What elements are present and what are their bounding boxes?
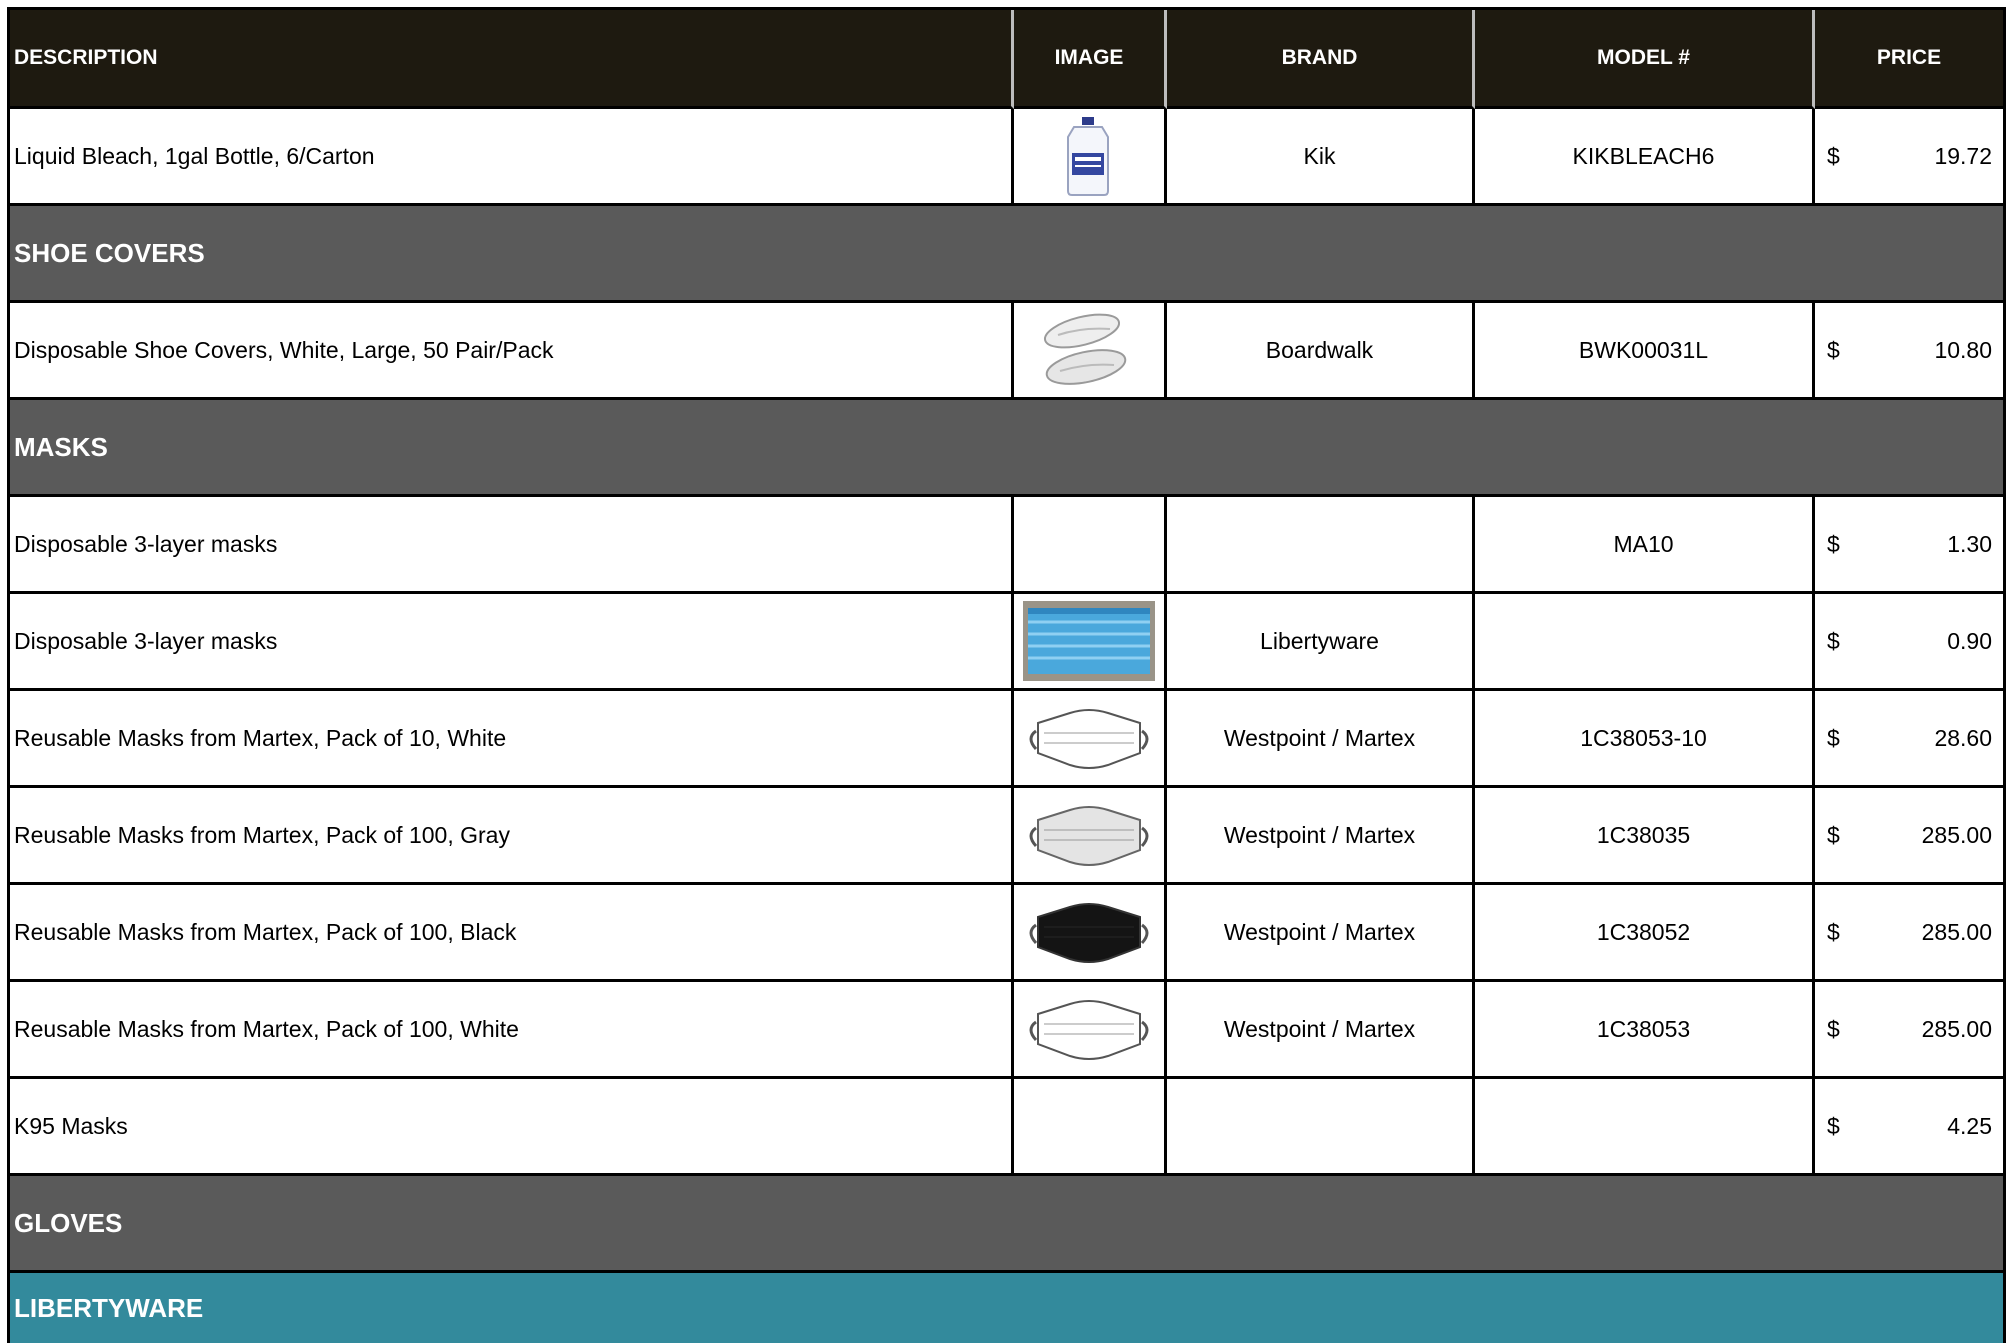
image-cell (1014, 594, 1167, 691)
section-row: GLOVES (7, 1176, 2006, 1273)
section-label: MASKS (14, 431, 108, 462)
description-cell: Disposable 3-layer masks (7, 594, 1014, 691)
description-cell: K95 Masks (7, 1079, 1014, 1176)
currency-symbol: $ (1827, 142, 1840, 169)
blue-mask-box-icon (1022, 600, 1156, 682)
description-cell: Disposable Shoe Covers, White, Large, 50… (7, 303, 1014, 400)
price-cell: $ 285.00 (1815, 885, 2006, 982)
white-mask-icon (1022, 697, 1156, 779)
header-price: PRICE (1815, 10, 2006, 109)
gray-mask-icon (1022, 794, 1156, 876)
image-cell (1014, 788, 1167, 885)
description-cell: Reusable Masks from Martex, Pack of 100,… (7, 885, 1014, 982)
price-cell: $ 0.90 (1815, 594, 2006, 691)
image-cell (1014, 497, 1167, 594)
table-row: Disposable Shoe Covers, White, Large, 50… (7, 303, 2006, 400)
model-cell: KIKBLEACH6 (1475, 109, 1815, 206)
description-cell: Reusable Masks from Martex, Pack of 10, … (7, 691, 1014, 788)
table-row: Reusable Masks from Martex, Pack of 10, … (7, 691, 2006, 788)
price-cell: $ 19.72 (1815, 109, 2006, 206)
header-image: IMAGE (1014, 10, 1167, 109)
image-cell (1014, 1079, 1167, 1176)
currency-symbol: $ (1827, 627, 1840, 654)
section-row: MASKS (7, 400, 2006, 497)
image-cell (1014, 691, 1167, 788)
model-cell (1475, 594, 1815, 691)
model-cell: 1C38053 (1475, 982, 1815, 1079)
currency-symbol: $ (1827, 821, 1840, 848)
price-value: 285.00 (1921, 821, 1992, 848)
image-cell (1014, 982, 1167, 1079)
brand-cell: Westpoint / Martex (1167, 788, 1475, 885)
brand-cell (1167, 1079, 1475, 1176)
price-value: 1.30 (1947, 530, 1992, 557)
price-value: 0.90 (1947, 627, 1992, 654)
section-label: SHOE COVERS (14, 237, 205, 268)
brand-cell: Libertyware (1167, 594, 1475, 691)
description-cell: Liquid Bleach, 1gal Bottle, 6/Carton (7, 109, 1014, 206)
table-row: Reusable Masks from Martex, Pack of 100,… (7, 788, 2006, 885)
model-cell: 1C38053-10 (1475, 691, 1815, 788)
product-price-table: DESCRIPTION IMAGE BRAND MODEL # PRICE Li… (7, 7, 2006, 1343)
currency-symbol: $ (1827, 724, 1840, 751)
price-value: 28.60 (1934, 724, 1992, 751)
bleach-bottle-icon (1022, 115, 1156, 197)
price-cell: $ 285.00 (1815, 982, 2006, 1079)
description-cell: Reusable Masks from Martex, Pack of 100,… (7, 788, 1014, 885)
price-cell: $ 4.25 (1815, 1079, 2006, 1176)
image-cell (1014, 885, 1167, 982)
table-row: Reusable Masks from Martex, Pack of 100,… (7, 982, 2006, 1079)
description-cell: Disposable 3-layer masks (7, 497, 1014, 594)
table-row: Reusable Masks from Martex, Pack of 100,… (7, 885, 2006, 982)
price-value: 285.00 (1921, 1015, 1992, 1042)
price-value: 4.25 (1947, 1112, 1992, 1139)
subsection-label: LIBERTYWARE (14, 1292, 204, 1323)
price-value: 19.72 (1934, 142, 1992, 169)
price-cell: $ 285.00 (1815, 788, 2006, 885)
currency-symbol: $ (1827, 336, 1840, 363)
currency-symbol: $ (1827, 530, 1840, 557)
table-row: Liquid Bleach, 1gal Bottle, 6/Carton Kik… (7, 109, 2006, 206)
image-cell (1014, 109, 1167, 206)
black-mask-icon (1022, 891, 1156, 973)
subsection-row: LIBERTYWARE (7, 1273, 2006, 1343)
brand-cell: Westpoint / Martex (1167, 982, 1475, 1079)
image-cell (1014, 303, 1167, 400)
currency-symbol: $ (1827, 918, 1840, 945)
price-cell: $ 1.30 (1815, 497, 2006, 594)
brand-cell: Kik (1167, 109, 1475, 206)
section-label: GLOVES (14, 1207, 123, 1238)
description-cell: Reusable Masks from Martex, Pack of 100,… (7, 982, 1014, 1079)
section-row: SHOE COVERS (7, 206, 2006, 303)
header-brand: BRAND (1167, 10, 1475, 109)
table-row: Disposable 3-layer masks Libertyware $ 0… (7, 594, 2006, 691)
brand-cell (1167, 497, 1475, 594)
model-cell: 1C38052 (1475, 885, 1815, 982)
shoe-covers-icon (1022, 309, 1156, 391)
model-cell: 1C38035 (1475, 788, 1815, 885)
currency-symbol: $ (1827, 1112, 1840, 1139)
white-mask-icon (1022, 988, 1156, 1070)
table-row: K95 Masks $ 4.25 (7, 1079, 2006, 1176)
price-value: 10.80 (1934, 336, 1992, 363)
brand-cell: Boardwalk (1167, 303, 1475, 400)
header-description: DESCRIPTION (7, 10, 1014, 109)
brand-cell: Westpoint / Martex (1167, 691, 1475, 788)
price-cell: $ 28.60 (1815, 691, 2006, 788)
model-cell: BWK00031L (1475, 303, 1815, 400)
brand-cell: Westpoint / Martex (1167, 885, 1475, 982)
table-header: DESCRIPTION IMAGE BRAND MODEL # PRICE (7, 7, 2006, 109)
table-row: Disposable 3-layer masks MA10 $ 1.30 (7, 497, 2006, 594)
model-cell (1475, 1079, 1815, 1176)
price-cell: $ 10.80 (1815, 303, 2006, 400)
currency-symbol: $ (1827, 1015, 1840, 1042)
model-cell: MA10 (1475, 497, 1815, 594)
header-model: MODEL # (1475, 10, 1815, 109)
price-value: 285.00 (1921, 918, 1992, 945)
